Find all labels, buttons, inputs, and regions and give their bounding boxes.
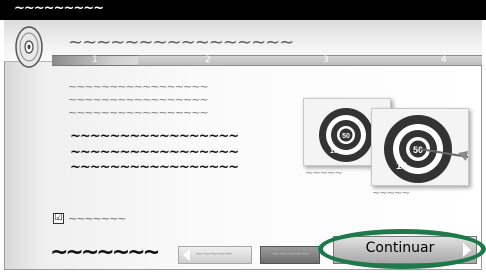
image-caption: ~~~~~: [372, 188, 409, 199]
image-caption: ~~~~~: [305, 168, 342, 179]
wizard-title: ~~~~~~~~~~~~~~~~: [68, 32, 294, 53]
back-arrow-icon: [183, 249, 190, 261]
step-2-label: 2: [205, 55, 211, 65]
window-title: ~~~~~~~~~: [14, 1, 104, 16]
intro-text-line: ~~~~~~~~~~~~~~~~~: [68, 80, 208, 93]
target-image-large: 50 10: [371, 108, 469, 186]
step-4-label: 4: [441, 55, 447, 65]
option-checkbox[interactable]: ☑: [53, 213, 64, 224]
intro-text-line: ~~~~~~~~~~~~~~~~~: [68, 106, 208, 119]
target-illustration-large: 50 10: [372, 109, 469, 185]
step-3-label: 3: [323, 55, 329, 65]
cancel-button[interactable]: ~~~~~: [260, 246, 320, 264]
back-button-label: ~~~~~: [195, 249, 233, 260]
footer-logo: ~~~~~~~: [50, 240, 159, 265]
disc-icon: [15, 26, 43, 68]
target-score-outer: 10: [396, 161, 408, 172]
target-score-inner: 50: [342, 133, 350, 140]
cancel-button-label: ~~~~~: [271, 249, 310, 260]
bold-text-line: ~~~~~~~~~~~~~~~~~: [70, 129, 239, 144]
checkbox-label: ~~~~~~~: [68, 212, 126, 225]
continue-highlight-ring: [318, 229, 486, 269]
target-score-outer: 10: [330, 148, 338, 155]
bold-text-line: ~~~~~~~~~~~~~~~~~: [70, 160, 239, 175]
bold-text-line: ~~~~~~~~~~~~~~~~~: [70, 145, 239, 160]
step-1-label: 1: [92, 55, 98, 65]
checkbox-mark: ☑: [54, 213, 63, 223]
intro-text-line: ~~~~~~~~~~~~~~~~~: [68, 93, 208, 106]
